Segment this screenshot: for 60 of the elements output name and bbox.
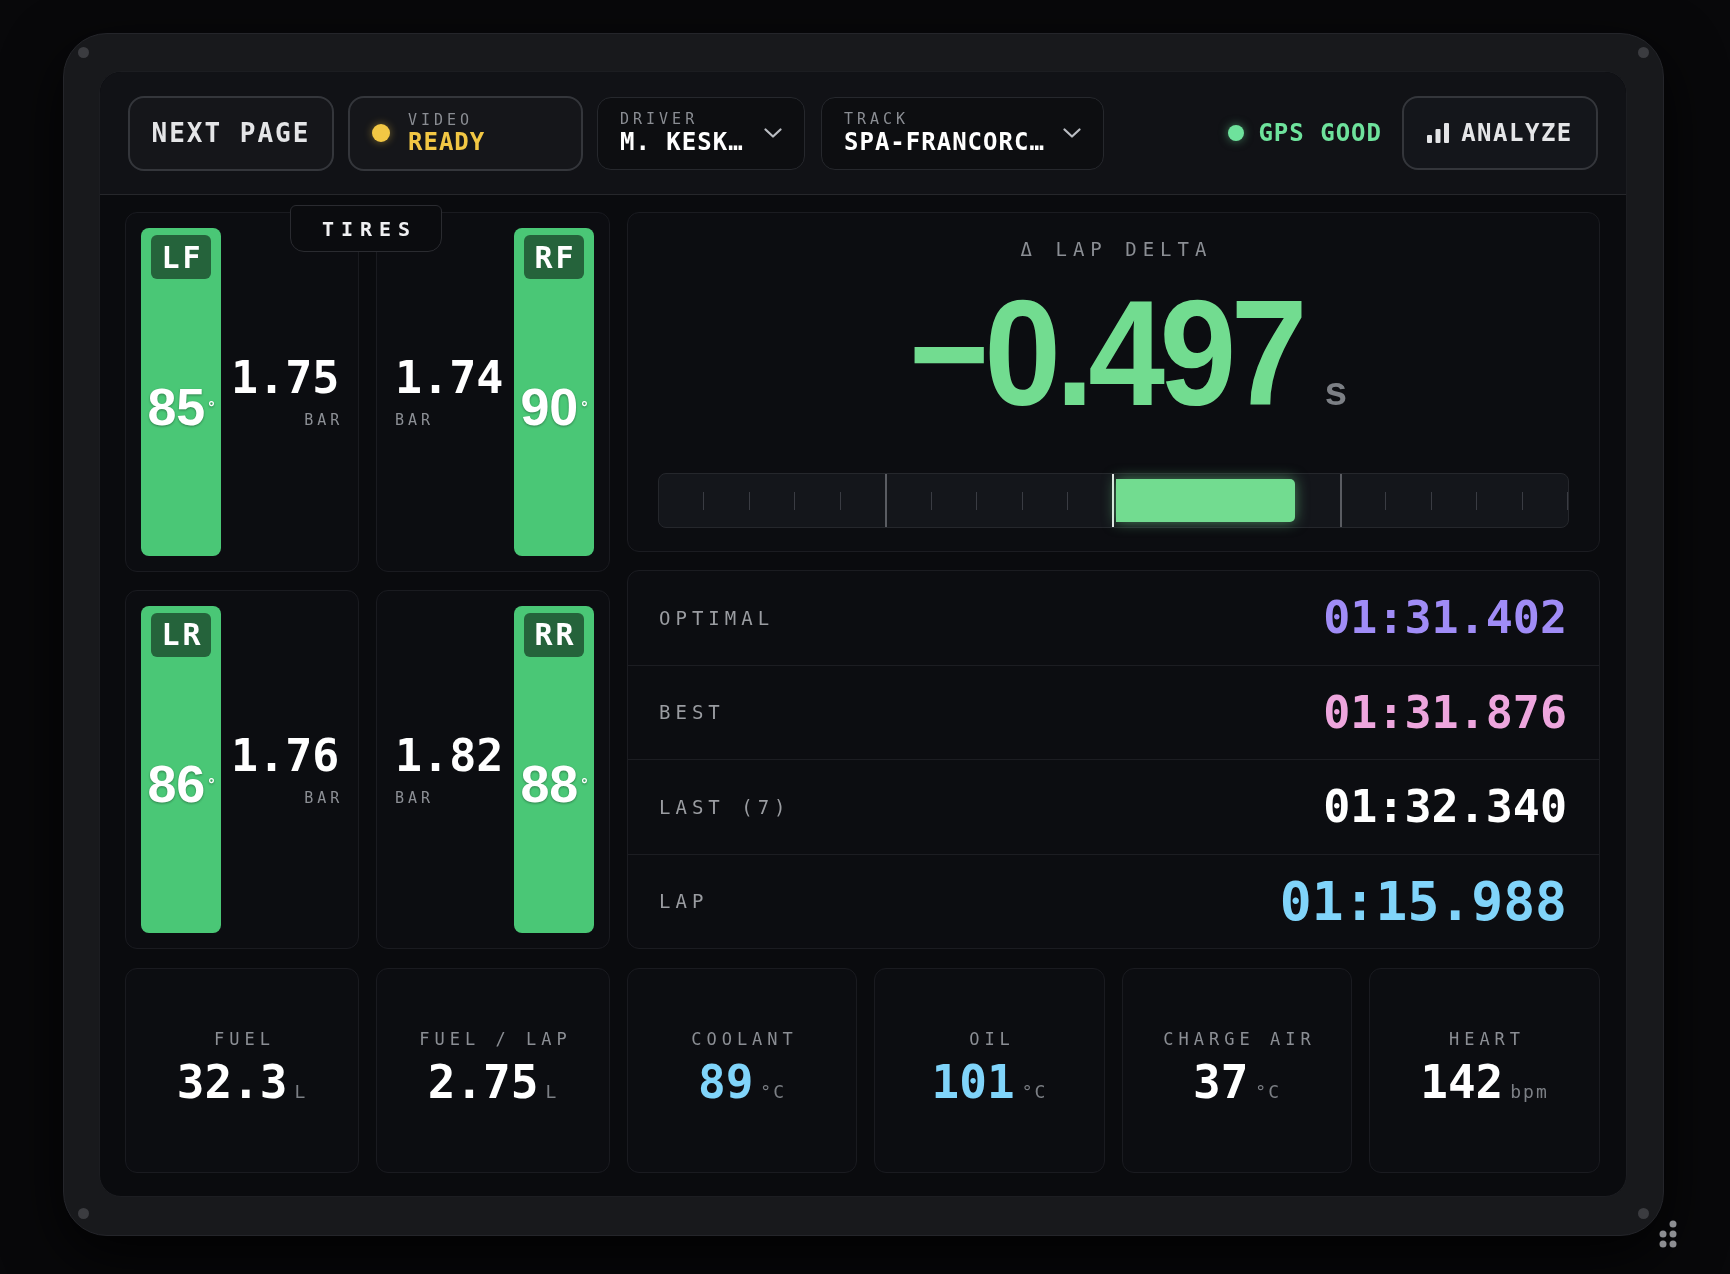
screw-icon [1638, 1208, 1649, 1219]
tire-pressure: 1.75 [231, 355, 340, 401]
tires-heading: TIRES [290, 205, 442, 252]
stat-value: 101 [931, 1058, 1015, 1105]
pressure-unit: BAR [304, 413, 344, 429]
stat-label: HEART [1447, 1028, 1526, 1049]
stat-label: CHARGE AIR [1162, 1028, 1316, 1049]
chevron-down-icon [1063, 128, 1081, 138]
stat-unit: bpm [1510, 1082, 1549, 1101]
lap-time: 01:32.340 [1323, 784, 1567, 830]
tire-temperature: 90° [520, 380, 588, 433]
stat-value: 32.3 [176, 1058, 288, 1105]
driver-dropdown[interactable]: DRIVER M. KESK… [597, 96, 805, 170]
track-dropdown[interactable]: TRACK SPA-FRANCORC… [821, 96, 1104, 170]
stat-unit: L [294, 1082, 308, 1101]
screw-icon [1638, 47, 1649, 58]
screw-icon [78, 1208, 89, 1219]
lap-time: 01:15.988 [1279, 874, 1567, 928]
stat-label: FUEL [213, 1028, 275, 1049]
tire-pressure: 1.76 [231, 732, 340, 778]
tire-pressure: 1.74 [395, 355, 504, 401]
stat-unit: °C [1021, 1082, 1048, 1101]
analyze-button[interactable]: ANALYZE [1402, 96, 1598, 170]
gps-status-text: GPS GOOD [1258, 118, 1382, 149]
stat-unit: °C [1255, 1082, 1282, 1101]
tire-temperature: 86° [147, 758, 215, 811]
stat-value: 37 [1192, 1058, 1249, 1105]
stat-value: 2.75 [427, 1058, 539, 1105]
delta-unit: s [1324, 371, 1348, 411]
chevron-down-icon [764, 128, 782, 138]
lap-label: LAP [659, 889, 709, 914]
pressure-unit: BAR [395, 790, 435, 806]
lap-label: LAST (7) [659, 794, 791, 820]
tire-temperature: 88° [520, 758, 588, 811]
delta-label: Δ LAP DELTA [1019, 237, 1213, 261]
stat-value: 89 [697, 1058, 754, 1105]
screw-icon [78, 47, 89, 58]
lap-label: BEST [659, 700, 725, 725]
delta-value: −0.497 [908, 278, 1302, 428]
tire-position-label: RF [524, 235, 584, 279]
pressure-unit: BAR [395, 413, 435, 429]
lap-label: OPTIMAL [659, 605, 775, 631]
next-page-button[interactable]: NEXT PAGE [128, 95, 334, 171]
video-status-button[interactable]: VIDEO READY [348, 95, 583, 171]
pressure-unit: BAR [304, 790, 344, 806]
stat-label: FUEL / LAP [418, 1028, 572, 1049]
stat-label: COOLANT [690, 1028, 798, 1049]
stat-unit: L [545, 1082, 559, 1101]
tire-pressure: 1.82 [395, 732, 504, 778]
grip-dots-icon[interactable] [1659, 1220, 1677, 1248]
lap-time: 01:31.876 [1323, 689, 1567, 735]
lap-time: 01:31.402 [1323, 595, 1567, 641]
tire-temperature: 85° [147, 380, 215, 433]
bar-chart-icon [1427, 123, 1450, 143]
tire-position-label: LR [151, 612, 211, 657]
stat-unit: °C [760, 1082, 787, 1101]
tire-position-label: RR [524, 612, 584, 657]
tire-position-label: LF [151, 235, 211, 279]
stat-value: 142 [1420, 1058, 1504, 1105]
stat-label: OIL [968, 1028, 1015, 1049]
